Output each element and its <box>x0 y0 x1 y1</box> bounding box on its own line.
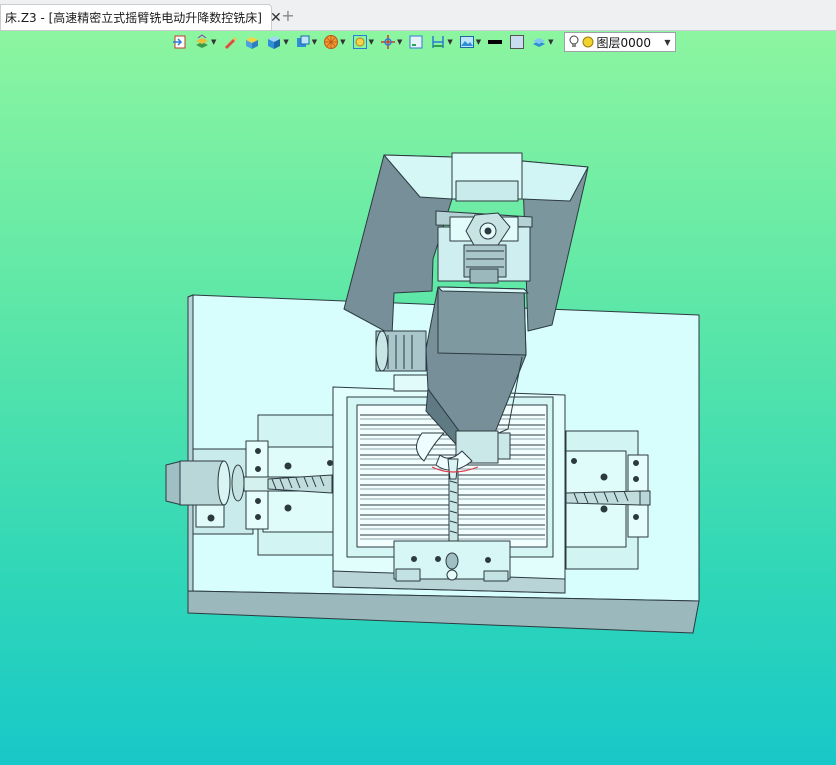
spindle-motor <box>463 212 511 284</box>
new-tab-icon[interactable]: + <box>280 6 296 25</box>
right-rail <box>565 430 651 570</box>
milling-machine-model[interactable] <box>0 31 836 765</box>
document-tab[interactable]: 床.Z3 - [高速精密立式摇臂铣电动升降数控铣床] ✕ <box>0 4 282 30</box>
3d-viewport[interactable]: ▼ ▼ ▼ ▼ ▼ ▼ ▼ ▼ ▼ 图层0000 ▼ <box>0 31 836 765</box>
document-tab-title: 床.Z3 - [高速精密立式摇臂铣电动升降数控铣床] <box>5 11 262 25</box>
document-tab-bar: 床.Z3 - [高速精密立式摇臂铣电动升降数控铣床] ✕ + <box>0 0 836 31</box>
